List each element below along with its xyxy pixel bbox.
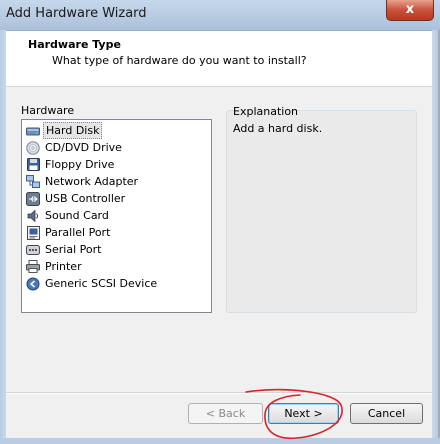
window-title: Add Hardware Wizard	[6, 6, 147, 21]
title-bar[interactable]: Add Hardware Wizard x	[0, 0, 440, 31]
serial-port-icon	[26, 243, 40, 257]
next-button[interactable]: Next >	[268, 403, 339, 424]
list-item-usb-controller[interactable]: USB Controller	[26, 190, 206, 207]
back-button[interactable]: < Back	[188, 403, 263, 424]
list-item-label: USB Controller	[45, 192, 126, 205]
hardware-listbox[interactable]: Hard Disk CD/DVD Drive Floppy Drive Netw…	[21, 119, 212, 313]
list-item-parallel-port[interactable]: Parallel Port	[26, 224, 206, 241]
list-item-label: CD/DVD Drive	[45, 141, 122, 154]
list-item-label: Printer	[45, 260, 82, 273]
list-item-label: Hard Disk	[43, 122, 103, 139]
list-item-hard-disk[interactable]: Hard Disk	[26, 122, 206, 139]
list-item-label: Parallel Port	[45, 226, 111, 239]
network-adapter-icon	[26, 174, 40, 189]
list-item-generic-scsi-device[interactable]: Generic SCSI Device	[26, 275, 206, 292]
footer-divider	[6, 392, 432, 394]
parallel-port-icon	[26, 225, 40, 240]
list-item-label: Serial Port	[45, 243, 102, 256]
explanation-label: Explanation	[233, 105, 299, 118]
floppy-icon	[26, 158, 40, 172]
list-item-sound-card[interactable]: Sound Card	[26, 207, 206, 224]
window-frame-right	[432, 30, 440, 444]
list-item-cd-dvd-drive[interactable]: CD/DVD Drive	[26, 139, 206, 156]
list-item-label: Generic SCSI Device	[45, 277, 158, 290]
window-frame-left	[0, 30, 6, 444]
list-item-serial-port[interactable]: Serial Port	[26, 241, 206, 258]
page-title: Hardware Type	[28, 38, 121, 51]
hardware-list-label: Hardware	[21, 104, 75, 117]
list-item-label: Floppy Drive	[45, 158, 115, 171]
explanation-panel	[226, 110, 417, 313]
cd-dvd-icon	[26, 140, 40, 155]
list-item-label: Network Adapter	[45, 175, 139, 188]
wizard-header: Hardware Type What type of hardware do y…	[6, 31, 432, 87]
close-button[interactable]: x	[386, 0, 434, 21]
list-item-label: Sound Card	[45, 209, 109, 222]
add-hardware-wizard-window: Add Hardware Wizard x Hardware Type What…	[0, 0, 440, 444]
window-frame-bottom	[0, 438, 440, 444]
printer-icon	[26, 260, 40, 274]
page-subtitle: What type of hardware do you want to ins…	[52, 54, 307, 67]
list-item-printer[interactable]: Printer	[26, 258, 206, 275]
sound-card-icon	[26, 209, 40, 223]
scsi-icon	[26, 277, 40, 291]
close-icon: x	[405, 2, 415, 17]
cancel-button[interactable]: Cancel	[350, 403, 423, 424]
list-item-network-adapter[interactable]: Network Adapter	[26, 173, 206, 190]
usb-icon	[26, 191, 40, 206]
explanation-text: Add a hard disk.	[233, 122, 323, 135]
list-item-floppy-drive[interactable]: Floppy Drive	[26, 156, 206, 173]
hard-disk-icon	[26, 124, 40, 138]
